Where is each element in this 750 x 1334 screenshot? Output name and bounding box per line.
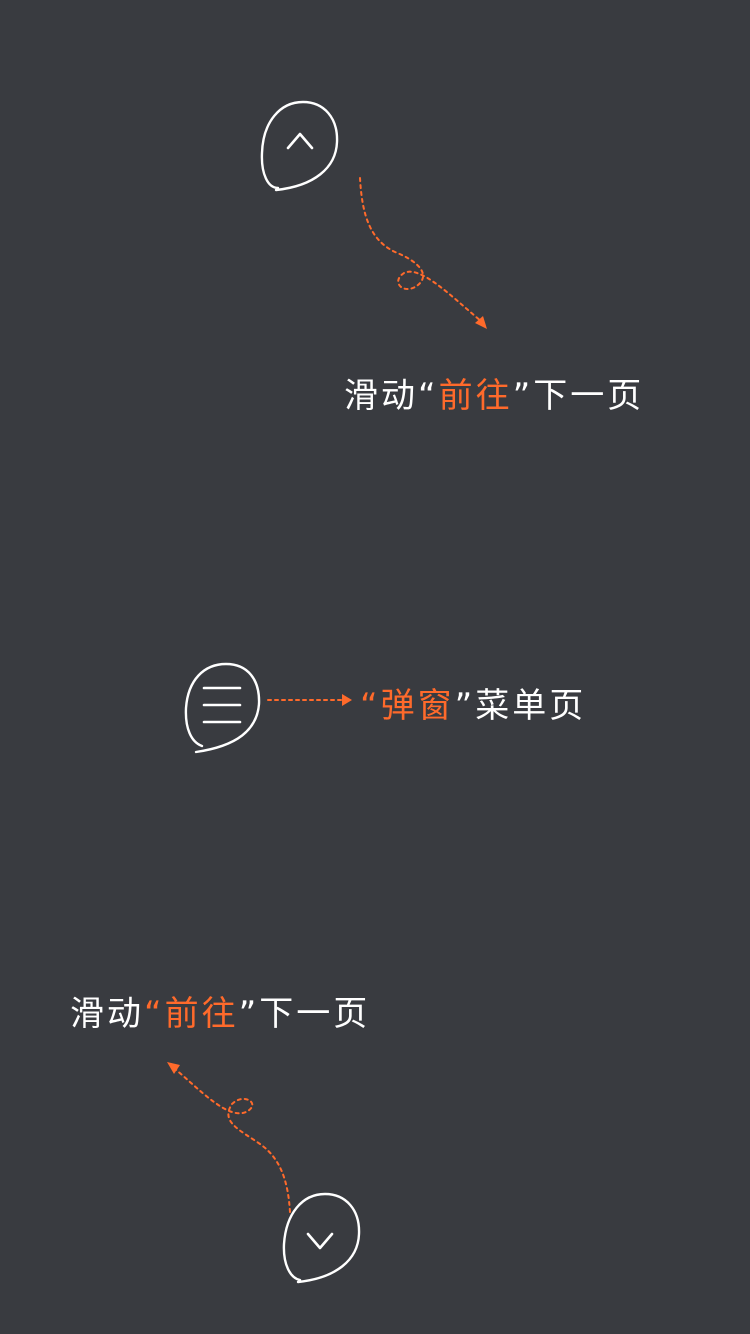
hint-suffix: 菜单页 (475, 686, 587, 726)
chevron-up-icon (260, 100, 339, 192)
menu-hint: “弹窗”菜单页 (360, 686, 586, 726)
hint-suffix: 下一页 (533, 376, 645, 416)
dotted-arrow-down-hint (167, 1062, 291, 1213)
chevron-down-icon (282, 1192, 361, 1284)
hint-suffix: 下一页 (259, 994, 371, 1034)
guide-arrows (167, 177, 487, 1213)
hint-close-quote: ” (512, 376, 534, 416)
hint-highlight: 前往 (164, 994, 239, 1034)
hint-highlight: 前往 (438, 376, 513, 416)
hint-prefix: 滑动 (344, 376, 418, 416)
hint-close-quote: ” (454, 686, 476, 726)
swipe-up-hint: 滑动“前往”下一页 (344, 376, 644, 416)
hamburger-menu-icon (184, 662, 261, 754)
hint-open-quote: “ (360, 686, 381, 726)
hint-open-quote: “ (144, 994, 165, 1034)
dotted-arrow-up-hint (359, 177, 487, 329)
hint-highlight: 弹窗 (380, 686, 455, 726)
scroll-up-button[interactable] (258, 98, 342, 194)
hint-open-quote: “ (418, 376, 439, 416)
hint-prefix: 滑动 (70, 994, 144, 1034)
guide-overlay: 滑动“前往”下一页 “弹窗”菜单页 滑动“前往”下一页 (0, 0, 750, 1334)
swipe-down-hint: 滑动“前往”下一页 (70, 994, 370, 1034)
scroll-down-button[interactable] (280, 1190, 364, 1286)
dotted-arrow-menu-hint (267, 694, 352, 706)
hint-close-quote: ” (238, 994, 260, 1034)
menu-button[interactable] (182, 660, 262, 754)
